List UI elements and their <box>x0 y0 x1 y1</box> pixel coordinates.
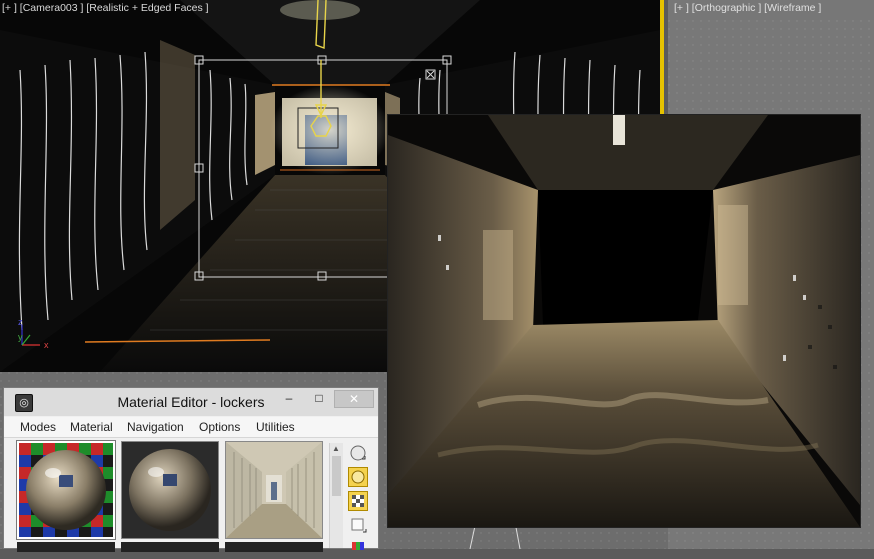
sample-slot-3[interactable] <box>225 441 323 539</box>
render-frame-window[interactable] <box>388 115 860 527</box>
checker-sphere-preview <box>19 443 113 537</box>
close-button[interactable]: ✕ <box>334 390 374 408</box>
backlight-icon[interactable] <box>348 467 368 487</box>
scrollbar-thumb[interactable] <box>332 456 341 496</box>
material-editor-titlebar[interactable]: ◎ Material Editor - lockers – □ ✕ <box>4 388 378 416</box>
sample-slot-1[interactable] <box>16 440 116 540</box>
background-checker-icon[interactable] <box>348 491 368 511</box>
scroll-up-icon[interactable]: ▲ <box>332 444 340 453</box>
sample-slot-4[interactable] <box>17 542 115 552</box>
sample-slot-5[interactable] <box>121 542 219 552</box>
menu-modes[interactable]: Modes <box>20 420 56 434</box>
sample-slot-6[interactable] <box>225 542 323 552</box>
side-toolbar <box>345 441 373 551</box>
minimize-button[interactable]: – <box>277 390 301 408</box>
ortho-viewport-label[interactable]: [+ ] [Orthographic ] [Wireframe ] <box>674 2 821 14</box>
sphere-preview <box>122 442 218 538</box>
maximize-button[interactable]: □ <box>307 390 331 408</box>
hallway-bitmap-preview <box>226 442 322 538</box>
sample-slots <box>16 440 328 552</box>
sample-slot-2[interactable] <box>121 441 219 539</box>
axis-x-label: x <box>44 340 49 350</box>
material-editor-window[interactable]: ◎ Material Editor - lockers – □ ✕ Modes … <box>3 387 379 552</box>
menu-navigation[interactable]: Navigation <box>127 420 184 434</box>
video-color-check-icon[interactable] <box>348 539 368 559</box>
material-editor-menubar: Modes Material Navigation Options Utilit… <box>4 417 378 438</box>
menu-utilities[interactable]: Utilities <box>256 420 295 434</box>
rendered-image <box>388 115 860 527</box>
sample-uv-tiling-icon[interactable] <box>348 515 368 535</box>
sample-type-sphere-icon[interactable] <box>348 443 368 463</box>
camera-viewport-label[interactable]: [+ ] [Camera003 ] [Realistic + Edged Fac… <box>2 2 209 14</box>
menu-material[interactable]: Material <box>70 420 113 434</box>
axis-z-label: z <box>18 317 23 327</box>
slots-scrollbar[interactable]: ▲ <box>329 443 343 548</box>
axis-y-label: y <box>18 332 23 342</box>
menu-options[interactable]: Options <box>199 420 240 434</box>
